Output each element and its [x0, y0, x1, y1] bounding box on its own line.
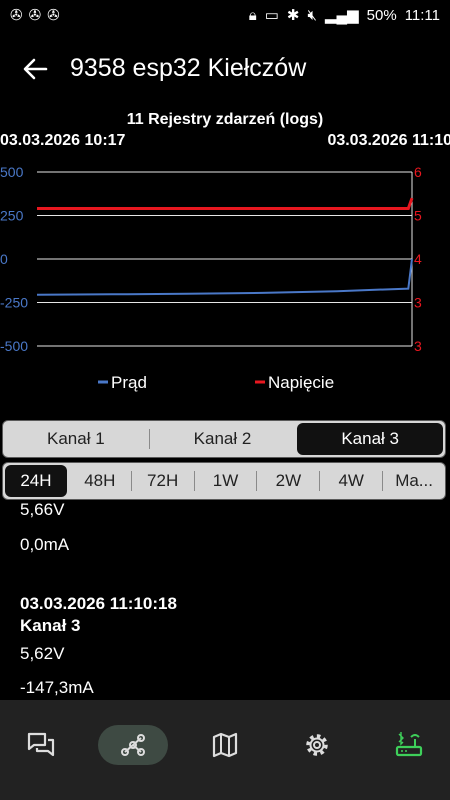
settings-icon — [306, 734, 328, 756]
nav-chat[interactable] — [6, 725, 76, 765]
notification-icons: ✇ ✇ ✇ — [10, 6, 60, 24]
time-range-selector: 24H 48H 72H 1W 2W 4W Ma... — [2, 462, 446, 500]
series-line-current — [36, 258, 413, 296]
log-timestamp: 03.03.2026 11:10:18 — [20, 594, 177, 613]
chart-end-date: 03.03.2026 11:10 — [327, 132, 450, 149]
nav-map[interactable] — [190, 725, 260, 765]
aperture-icon: ✇ — [10, 7, 23, 24]
y-right-tick: 4 — [414, 251, 422, 267]
aperture-icon: ✇ — [28, 7, 42, 24]
y-left-tick: -500 — [0, 338, 28, 354]
battery-level: 50% — [366, 6, 397, 24]
clock: 11:11 — [404, 6, 440, 24]
range-72h[interactable]: 72H — [132, 463, 194, 499]
chart-start-date: 03.03.2026 10:17 — [0, 132, 126, 149]
log-current: 0,0mA — [20, 535, 70, 554]
log-voltage: 5,62V — [20, 644, 65, 663]
log-list[interactable]: 5,66V 0,0mA 03.03.2026 11:10:18 Kanał 3 … — [0, 500, 450, 700]
range-more[interactable]: Ma... — [383, 463, 445, 499]
log-channel: Kanał 3 — [20, 616, 81, 635]
mute-icon: 🔇︎ — [307, 6, 317, 24]
tab-kanal-2[interactable]: Kanał 2 — [150, 421, 296, 457]
y-left-tick: 250 — [0, 208, 24, 224]
system-icons: 🔒︎ ▭ ✱ 🔇︎ ▂▄▆ 50% 11:11 — [248, 6, 440, 25]
range-label: 24H — [20, 471, 52, 490]
bottom-nav — [0, 700, 450, 800]
nav-settings[interactable] — [282, 725, 352, 765]
range-label: 4W — [338, 471, 364, 490]
tab-kanal-3[interactable]: Kanał 3 — [297, 423, 444, 455]
range-label: 48H — [84, 471, 116, 490]
page-title: 9358 esp32 Kiełczów — [70, 54, 307, 82]
app-bar: 9358 esp32 Kiełczów — [0, 32, 450, 108]
range-label: 2W — [275, 471, 302, 490]
legend-label: Prąd — [111, 373, 147, 392]
tab-label: Kanał 3 — [341, 429, 400, 448]
range-24h[interactable]: 24H — [5, 465, 67, 497]
channel-selector: Kanał 1 Kanał 2 Kanał 3 — [2, 420, 446, 458]
range-1w[interactable]: 1W — [195, 463, 257, 499]
nav-graph[interactable] — [98, 725, 168, 765]
range-label: 72H — [147, 471, 179, 490]
chart-title: 11 Rejestry zdarzeń (logs) — [126, 111, 324, 128]
y-right-tick: 3 — [414, 295, 422, 311]
cast-icon: ▭ — [264, 7, 279, 24]
tab-kanal-1[interactable]: Kanał 1 — [3, 421, 149, 457]
range-label: Ma... — [395, 471, 433, 490]
y-left-tick: -250 — [0, 295, 28, 311]
y-right-tick: 5 — [414, 208, 422, 224]
status-bar: ✇ ✇ ✇ 🔒︎ ▭ ✱ 🔇︎ ▂▄▆ 50% 11:11 — [0, 0, 450, 32]
tab-label: Kanał 2 — [193, 429, 252, 448]
nav-router[interactable] — [374, 725, 444, 765]
legend-label: Napięcie — [268, 373, 334, 392]
log-current: -147,3mA — [20, 678, 94, 697]
range-4w[interactable]: 4W — [320, 463, 382, 499]
y-left-tick: 500 — [0, 164, 24, 180]
y-right-tick: 3 — [414, 338, 422, 354]
signal-icon: ▂▄▆ — [324, 7, 359, 24]
map-icon — [212, 732, 238, 758]
graph-icon — [121, 734, 145, 756]
range-48h[interactable]: 48H — [69, 463, 131, 499]
y-left-tick: 0 — [0, 251, 8, 267]
back-arrow-icon[interactable] — [20, 54, 50, 84]
router-icon — [395, 732, 423, 757]
aperture-icon: ✇ — [47, 7, 60, 24]
log-voltage: 5,66V — [20, 500, 65, 519]
lock-icon: 🔒︎ — [248, 6, 257, 24]
bluetooth-icon: ✱ — [286, 7, 300, 24]
range-label: 1W — [212, 471, 239, 490]
series-line-voltage — [37, 197, 414, 210]
range-2w[interactable]: 2W — [257, 463, 319, 499]
chat-icon — [27, 732, 55, 757]
y-right-tick: 6 — [414, 164, 422, 180]
tab-label: Kanał 1 — [47, 429, 105, 448]
line-chart: 500 6 250 5 0 4 -250 3 -500 3 Prąd Napięcie — [0, 164, 422, 392]
